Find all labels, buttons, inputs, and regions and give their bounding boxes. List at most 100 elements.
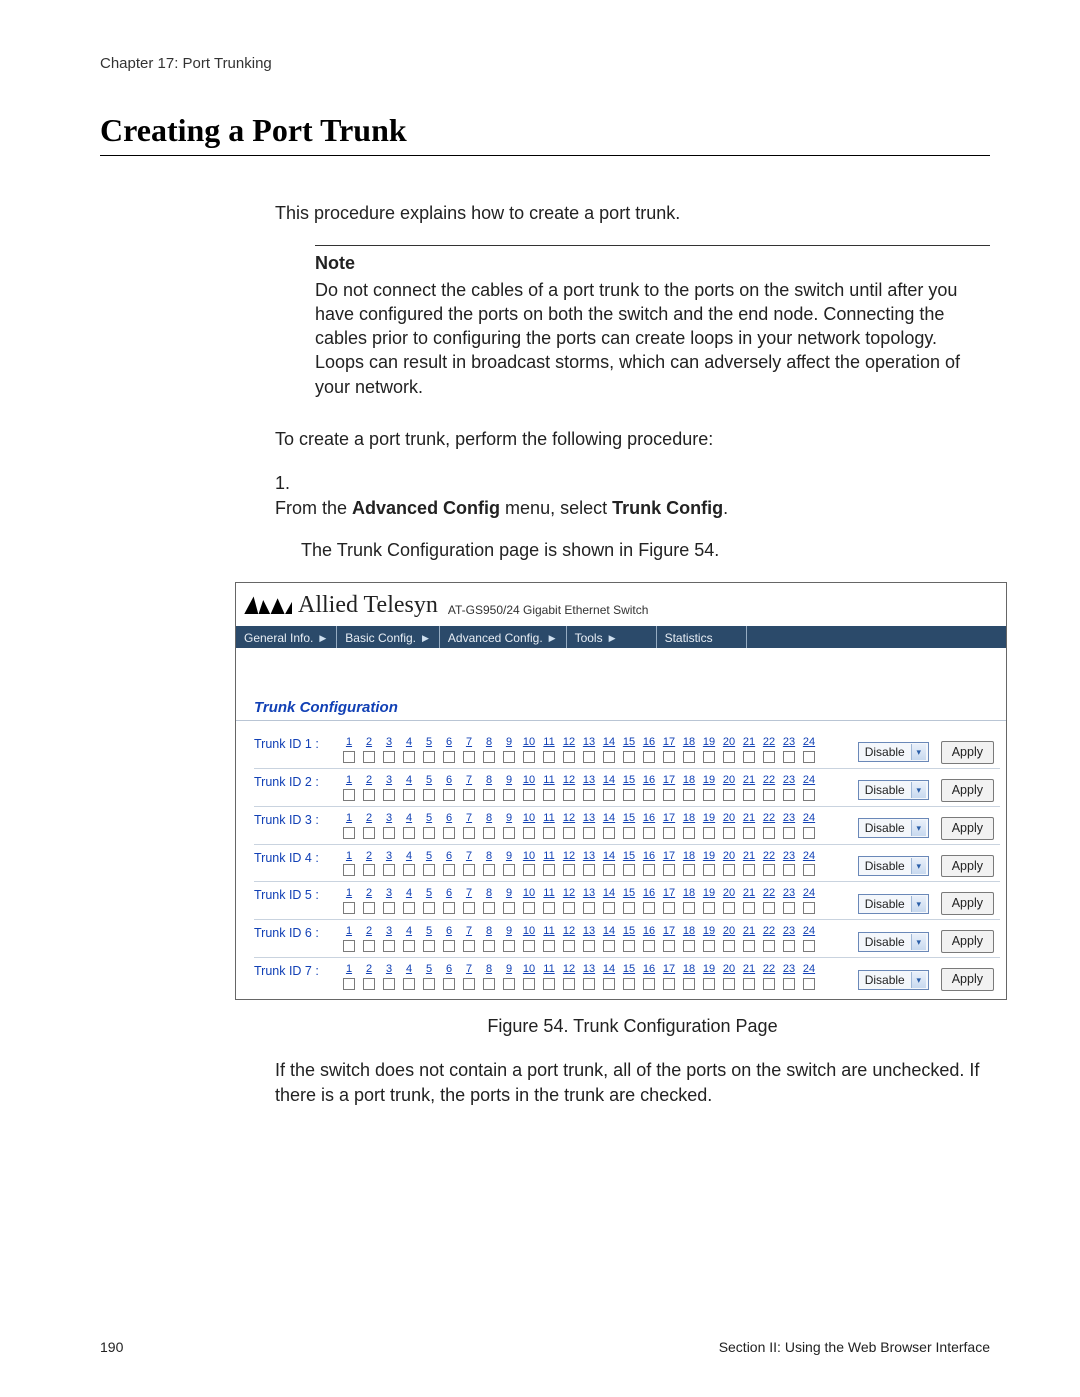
- port-number[interactable]: 10: [520, 849, 538, 864]
- port-checkbox[interactable]: [343, 902, 355, 914]
- port-number[interactable]: 1: [340, 773, 358, 788]
- port-number[interactable]: 15: [620, 886, 638, 901]
- port-checkbox[interactable]: [623, 789, 635, 801]
- port-checkbox[interactable]: [783, 978, 795, 990]
- port-number[interactable]: 13: [580, 735, 598, 750]
- port-number[interactable]: 21: [740, 773, 758, 788]
- port-checkbox[interactable]: [363, 902, 375, 914]
- port-number[interactable]: 16: [640, 962, 658, 977]
- state-select[interactable]: Disable▾: [858, 742, 929, 762]
- port-checkbox[interactable]: [403, 751, 415, 763]
- port-checkbox[interactable]: [643, 751, 655, 763]
- port-checkbox[interactable]: [683, 978, 695, 990]
- port-number[interactable]: 1: [340, 811, 358, 826]
- port-number[interactable]: 11: [540, 924, 558, 939]
- port-number[interactable]: 6: [440, 735, 458, 750]
- port-checkbox[interactable]: [483, 751, 495, 763]
- port-number[interactable]: 10: [520, 886, 538, 901]
- port-checkbox[interactable]: [443, 789, 455, 801]
- port-checkbox[interactable]: [783, 864, 795, 876]
- port-checkbox[interactable]: [783, 789, 795, 801]
- port-number[interactable]: 2: [360, 849, 378, 864]
- port-number[interactable]: 3: [380, 811, 398, 826]
- port-checkbox[interactable]: [423, 978, 435, 990]
- port-number[interactable]: 12: [560, 735, 578, 750]
- port-checkbox[interactable]: [703, 902, 715, 914]
- port-checkbox[interactable]: [783, 827, 795, 839]
- port-number[interactable]: 11: [540, 735, 558, 750]
- port-checkbox[interactable]: [583, 978, 595, 990]
- port-number[interactable]: 13: [580, 773, 598, 788]
- port-checkbox[interactable]: [383, 864, 395, 876]
- port-checkbox[interactable]: [543, 789, 555, 801]
- port-checkbox[interactable]: [523, 902, 535, 914]
- port-number[interactable]: 2: [360, 735, 378, 750]
- port-number[interactable]: 21: [740, 924, 758, 939]
- port-checkbox[interactable]: [463, 864, 475, 876]
- port-checkbox[interactable]: [603, 864, 615, 876]
- port-number[interactable]: 14: [600, 735, 618, 750]
- port-number[interactable]: 9: [500, 735, 518, 750]
- port-number[interactable]: 24: [800, 773, 818, 788]
- port-number[interactable]: 14: [600, 924, 618, 939]
- port-number[interactable]: 23: [780, 735, 798, 750]
- port-checkbox[interactable]: [423, 751, 435, 763]
- port-number[interactable]: 16: [640, 811, 658, 826]
- port-number[interactable]: 9: [500, 962, 518, 977]
- port-checkbox[interactable]: [603, 827, 615, 839]
- port-number[interactable]: 13: [580, 924, 598, 939]
- port-number[interactable]: 23: [780, 962, 798, 977]
- port-checkbox[interactable]: [723, 902, 735, 914]
- port-checkbox[interactable]: [623, 940, 635, 952]
- port-checkbox[interactable]: [463, 940, 475, 952]
- port-number[interactable]: 12: [560, 811, 578, 826]
- port-checkbox[interactable]: [343, 827, 355, 839]
- port-checkbox[interactable]: [523, 751, 535, 763]
- port-number[interactable]: 5: [420, 924, 438, 939]
- port-number[interactable]: 11: [540, 773, 558, 788]
- port-checkbox[interactable]: [503, 789, 515, 801]
- port-number[interactable]: 20: [720, 849, 738, 864]
- port-checkbox[interactable]: [583, 864, 595, 876]
- port-number[interactable]: 21: [740, 962, 758, 977]
- port-checkbox[interactable]: [723, 864, 735, 876]
- state-select[interactable]: Disable▾: [858, 856, 929, 876]
- port-number[interactable]: 12: [560, 849, 578, 864]
- port-checkbox[interactable]: [423, 940, 435, 952]
- port-number[interactable]: 5: [420, 849, 438, 864]
- port-checkbox[interactable]: [723, 789, 735, 801]
- port-number[interactable]: 23: [780, 924, 798, 939]
- port-checkbox[interactable]: [803, 827, 815, 839]
- state-select[interactable]: Disable▾: [858, 894, 929, 914]
- port-checkbox[interactable]: [583, 940, 595, 952]
- port-number[interactable]: 2: [360, 886, 378, 901]
- port-checkbox[interactable]: [523, 789, 535, 801]
- port-number[interactable]: 5: [420, 962, 438, 977]
- port-checkbox[interactable]: [543, 827, 555, 839]
- port-checkbox[interactable]: [643, 902, 655, 914]
- menu-general-info[interactable]: General Info.▶: [236, 626, 337, 648]
- port-number[interactable]: 2: [360, 962, 378, 977]
- port-number[interactable]: 19: [700, 962, 718, 977]
- apply-button[interactable]: Apply: [941, 855, 994, 878]
- port-checkbox[interactable]: [643, 978, 655, 990]
- port-number[interactable]: 23: [780, 849, 798, 864]
- port-number[interactable]: 10: [520, 924, 538, 939]
- port-number[interactable]: 2: [360, 773, 378, 788]
- port-number[interactable]: 6: [440, 811, 458, 826]
- port-checkbox[interactable]: [723, 978, 735, 990]
- port-number[interactable]: 2: [360, 924, 378, 939]
- port-checkbox[interactable]: [403, 789, 415, 801]
- port-number[interactable]: 17: [660, 962, 678, 977]
- port-number[interactable]: 12: [560, 773, 578, 788]
- port-number[interactable]: 16: [640, 735, 658, 750]
- port-number[interactable]: 10: [520, 811, 538, 826]
- port-number[interactable]: 24: [800, 886, 818, 901]
- port-number[interactable]: 11: [540, 811, 558, 826]
- state-select[interactable]: Disable▾: [858, 970, 929, 990]
- port-number[interactable]: 16: [640, 886, 658, 901]
- port-checkbox[interactable]: [663, 902, 675, 914]
- port-checkbox[interactable]: [603, 751, 615, 763]
- port-checkbox[interactable]: [463, 751, 475, 763]
- port-number[interactable]: 18: [680, 811, 698, 826]
